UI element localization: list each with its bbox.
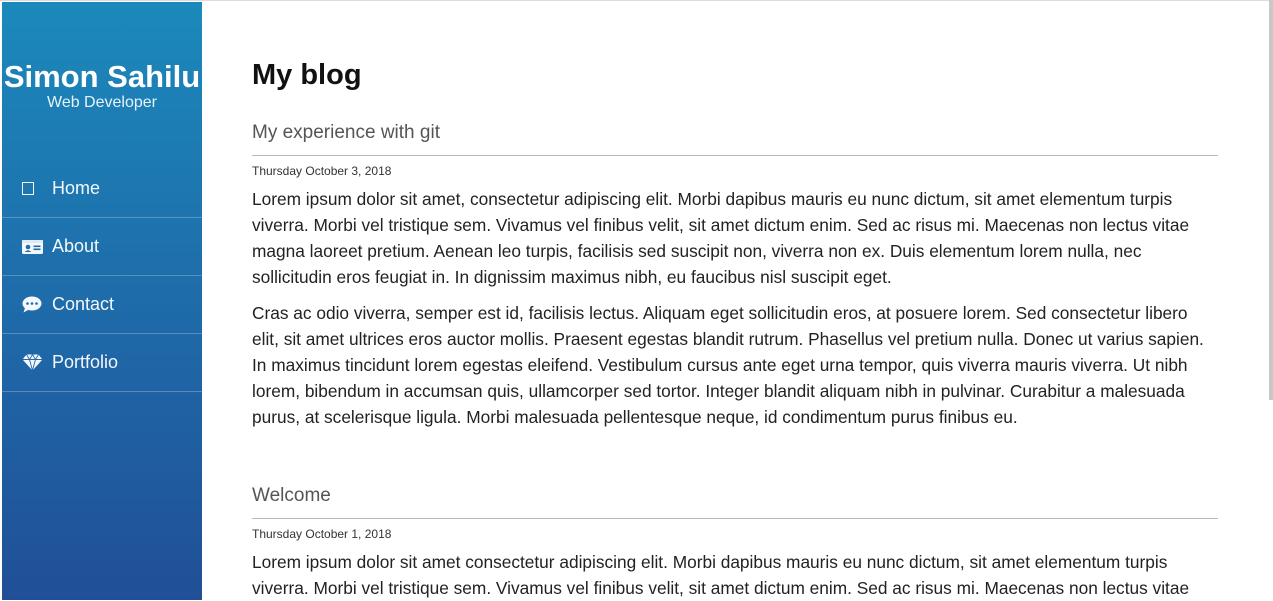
blog-post: Welcome Thursday October 1, 2018 Lorem i… xyxy=(252,484,1218,601)
brand: Simon Sahilu Web Developer xyxy=(2,2,202,113)
post-date: Thursday October 3, 2018 xyxy=(252,164,392,178)
sidebar-nav: Home About Contact Portfolio xyxy=(2,160,202,392)
sidebar-item-label: Home xyxy=(52,178,101,198)
sidebar: Simon Sahilu Web Developer Home About Co… xyxy=(2,2,202,600)
diamond-icon xyxy=(22,354,44,372)
scrollbar[interactable] xyxy=(1269,0,1273,400)
post-title[interactable]: Welcome xyxy=(252,484,1218,519)
post-paragraph: Lorem ipsum dolor sit amet consectetur a… xyxy=(252,552,1190,598)
sidebar-item-label: Contact xyxy=(52,294,115,314)
window-top-border xyxy=(0,0,1273,1)
post-paragraph: Cras ac odio viverra, semper est id, fac… xyxy=(252,303,1204,427)
post-paragraph: Lorem ipsum dolor sit amet, consectetur … xyxy=(252,189,1190,287)
sidebar-item-portfolio[interactable]: Portfolio xyxy=(2,334,202,392)
sidebar-item-label: Portfolio xyxy=(52,352,119,372)
id-card-icon xyxy=(22,238,44,256)
blog-post: My experience with git Thursday October … xyxy=(252,121,1218,430)
brand-name: Simon Sahilu xyxy=(3,59,201,94)
post-date: Thursday October 1, 2018 xyxy=(252,527,392,541)
brand-role: Web Developer xyxy=(47,94,157,111)
home-icon xyxy=(22,180,44,198)
sidebar-item-home[interactable]: Home xyxy=(2,160,202,218)
page-title: My blog xyxy=(252,59,362,91)
sidebar-item-label: About xyxy=(52,236,100,256)
post-title[interactable]: My experience with git xyxy=(252,121,1218,156)
comment-icon xyxy=(22,296,44,314)
sidebar-item-contact[interactable]: Contact xyxy=(2,276,202,334)
sidebar-item-about[interactable]: About xyxy=(2,218,202,276)
